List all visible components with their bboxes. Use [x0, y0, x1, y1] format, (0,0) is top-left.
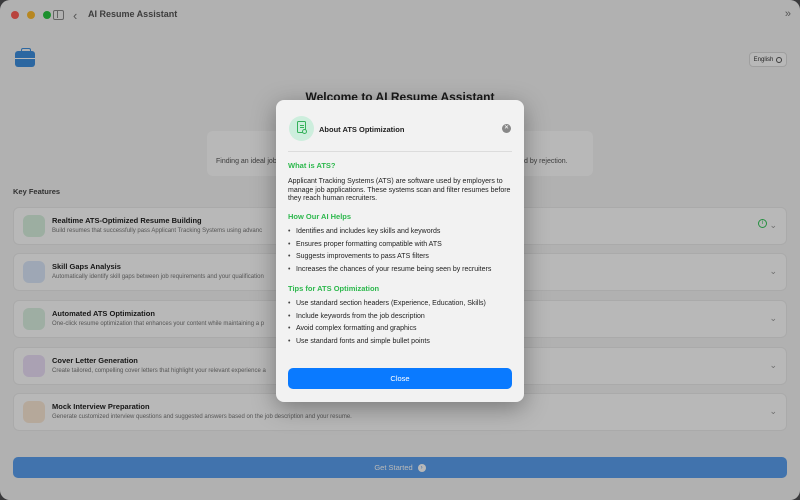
- list-item: Ensures proper formatting compatible wit…: [288, 239, 514, 252]
- what-is-ats-heading: What is ATS?: [288, 161, 336, 170]
- list-item: Include keywords from the job descriptio…: [288, 311, 514, 324]
- app-window: ‹ AI Resume Assistant » English Welcome …: [0, 0, 800, 500]
- about-ats-dialog: About ATS Optimization ✕ What is ATS? Ap…: [276, 100, 524, 402]
- divider: [288, 151, 512, 152]
- list-item: Suggests improvements to pass ATS filter…: [288, 251, 514, 264]
- tips-heading: Tips for ATS Optimization: [288, 284, 380, 293]
- how-ai-helps-list: Identifies and includes key skills and k…: [288, 226, 514, 277]
- document-search-icon: [289, 116, 314, 141]
- close-button[interactable]: Close: [288, 368, 512, 389]
- list-item: Use standard section headers (Experience…: [288, 298, 514, 311]
- how-ai-helps-heading: How Our AI Helps: [288, 212, 352, 221]
- list-item: Avoid complex formatting and graphics: [288, 323, 514, 336]
- list-item: Identifies and includes key skills and k…: [288, 226, 514, 239]
- what-is-ats-text: Applicant Tracking Systems (ATS) are sof…: [288, 178, 511, 202]
- close-icon[interactable]: ✕: [502, 124, 511, 133]
- list-item: Use standard fonts and simple bullet poi…: [288, 336, 514, 349]
- dialog-title: About ATS Optimization: [319, 125, 405, 134]
- list-item: Increases the chances of your resume bei…: [288, 264, 514, 277]
- tips-list: Use standard section headers (Experience…: [288, 298, 514, 349]
